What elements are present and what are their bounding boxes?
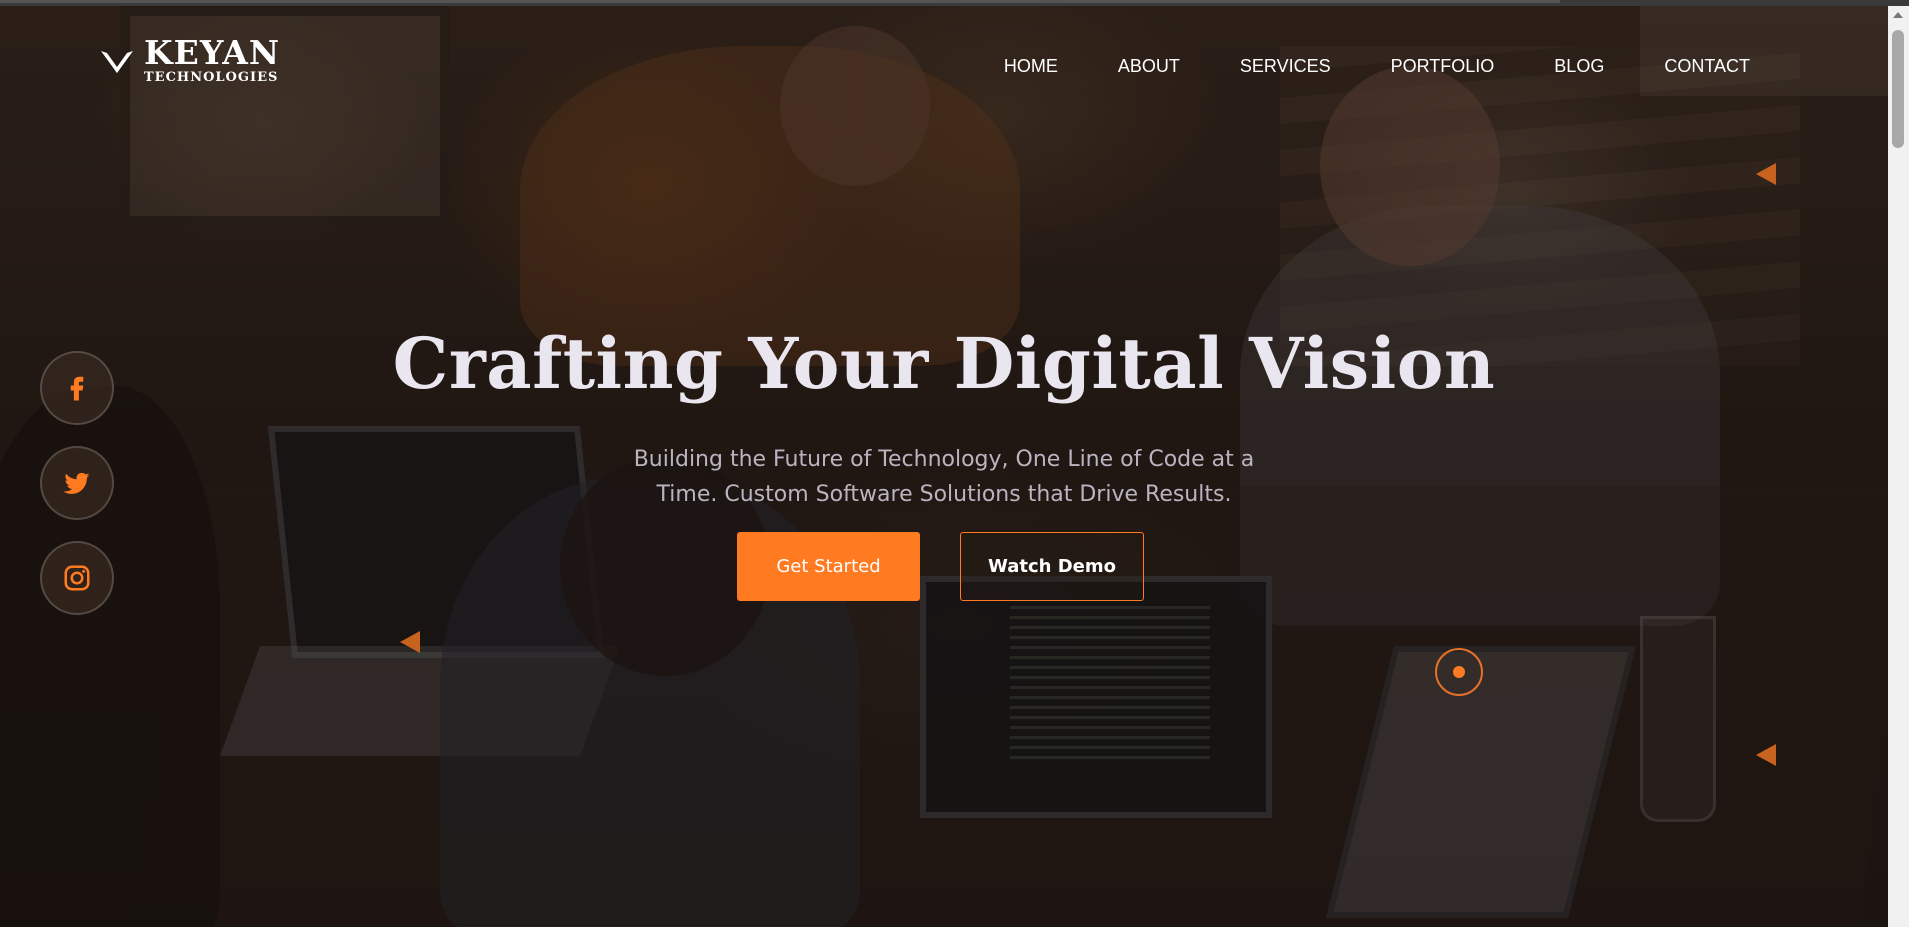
hero-section: KEYAN TECHNOLOGIES HOME ABOUT SERVICES P… — [0, 6, 1888, 927]
decorative-triangle-icon — [1756, 744, 1776, 766]
nav-item-contact[interactable]: CONTACT — [1664, 56, 1750, 77]
decorative-triangle-icon — [400, 631, 420, 653]
scrollbar-thumb[interactable] — [1892, 30, 1904, 148]
instagram-icon — [64, 565, 90, 591]
page-scrollbar[interactable] — [1888, 6, 1909, 927]
browser-top-edge — [0, 0, 1909, 6]
nav-item-portfolio[interactable]: PORTFOLIO — [1391, 56, 1495, 77]
hero-title: Crafting Your Digital Vision — [392, 322, 1496, 405]
get-started-button[interactable]: Get Started — [737, 532, 920, 601]
hero-subtitle: Building the Future of Technology, One L… — [633, 447, 1255, 507]
scroll-up-arrow-icon[interactable] — [1893, 12, 1903, 18]
wings-logo-icon — [101, 51, 133, 73]
nav-item-home[interactable]: HOME — [1004, 56, 1058, 77]
main-navigation: HOME ABOUT SERVICES PORTFOLIO BLOG CONTA… — [944, 56, 1750, 77]
brand-wordmark: KEYAN TECHNOLOGIES — [144, 36, 280, 84]
decorative-ring-icon — [1435, 648, 1483, 696]
brand-logo[interactable]: KEYAN TECHNOLOGIES — [98, 36, 280, 84]
nav-item-about[interactable]: ABOUT — [1118, 56, 1180, 77]
brand-name: KEYAN — [144, 33, 281, 72]
twitter-icon — [63, 472, 90, 494]
browser-viewport: KEYAN TECHNOLOGIES HOME ABOUT SERVICES P… — [0, 0, 1909, 927]
twitter-button[interactable] — [40, 446, 114, 520]
nav-item-services[interactable]: SERVICES — [1240, 56, 1331, 77]
watch-demo-button[interactable]: Watch Demo — [960, 532, 1144, 601]
instagram-button[interactable] — [40, 541, 114, 615]
nav-item-blog[interactable]: BLOG — [1554, 56, 1604, 77]
brand-subtitle: TECHNOLOGIES — [144, 70, 279, 85]
decorative-triangle-icon — [1756, 163, 1776, 185]
